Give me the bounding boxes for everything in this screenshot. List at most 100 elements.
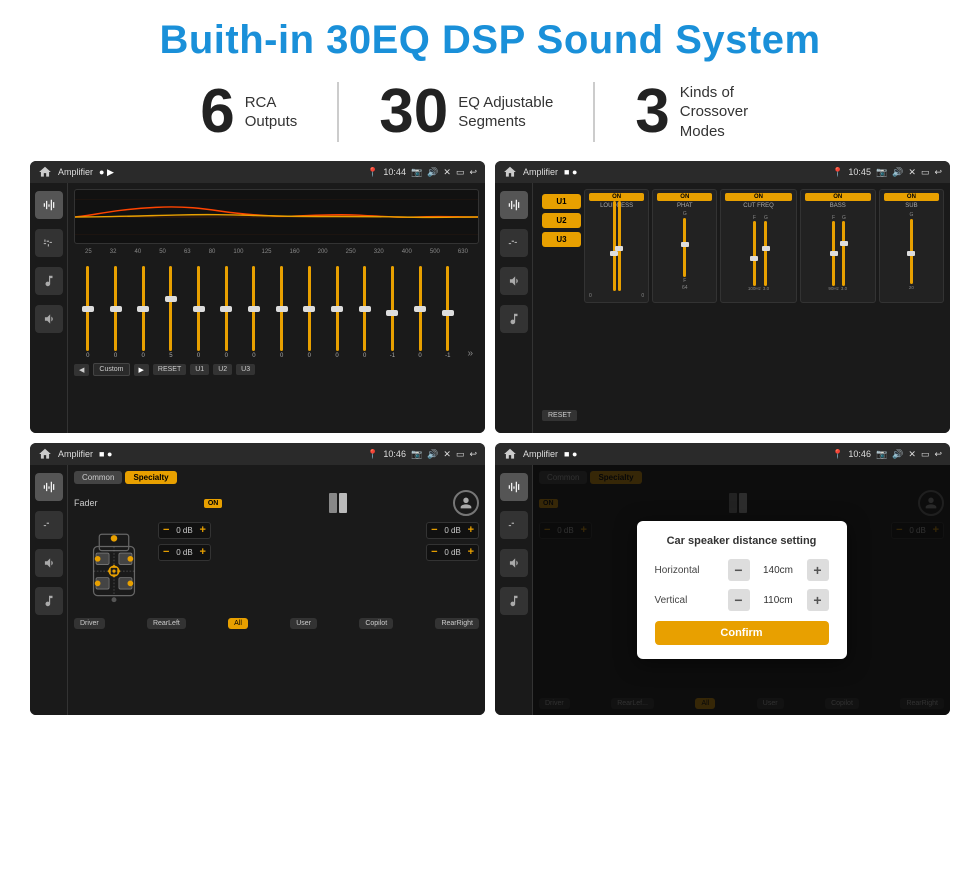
crossover-sb-3[interactable]	[500, 267, 528, 295]
eq-u3-btn[interactable]: U3	[236, 364, 255, 375]
cutfreq-on: ON	[725, 193, 791, 201]
dialog-vertical-plus[interactable]: +	[807, 589, 829, 611]
eq-sidebar-btn-4[interactable]	[35, 305, 63, 333]
eq-camera-icon: 📷	[411, 167, 422, 178]
ctrl-cutfreq: ON CUT FREQ F 100Hz	[720, 189, 796, 303]
eq-sidebar-btn-2[interactable]	[35, 229, 63, 257]
seat-all-btn[interactable]: All	[228, 618, 248, 629]
fader-person-icon	[453, 490, 479, 516]
eq-slider-2: 0	[135, 266, 151, 359]
screen-distance: Amplifier ■ ● 📍 10:46 📷 🔊 ✕ ▭ ↩	[495, 443, 950, 715]
fader-label: Fader	[74, 498, 98, 508]
screens-grid: Amplifier ● ▶ 📍 10:44 📷 🔊 ✕ ▭ ↩	[30, 161, 950, 715]
distance-sb-2[interactable]	[500, 511, 528, 539]
fader-tabs: Common Specialty	[74, 471, 479, 484]
db-minus-br[interactable]: −	[431, 547, 437, 558]
preset-u1-btn[interactable]: U1	[542, 194, 581, 209]
eq-volume-icon: 🔊	[427, 167, 438, 178]
fader-sb-2[interactable]	[35, 511, 63, 539]
left-db-col: − 0 dB + − 0 dB +	[158, 522, 395, 561]
crossover-sidebar	[495, 183, 533, 433]
eq-sliders-row: 0 0 0 5	[74, 259, 479, 359]
db-plus-tl[interactable]: +	[199, 525, 205, 536]
crossover-cam-icon: 📷	[876, 167, 887, 178]
page-wrapper: Buith-in 30EQ DSP Sound System 6 RCAOutp…	[0, 0, 980, 881]
distance-sb-4[interactable]	[500, 587, 528, 615]
ctrl-bass: ON BASS F 90Hz	[800, 189, 876, 303]
crossover-status-dots: ■ ●	[564, 167, 577, 177]
dialog-vertical-minus[interactable]: −	[728, 589, 750, 611]
fader-vol-icon: 🔊	[427, 449, 438, 460]
fader-tab-specialty[interactable]: Specialty	[125, 471, 176, 484]
seat-rearright-btn[interactable]: RearRight	[435, 618, 479, 629]
db-val-tl: 0 dB	[172, 526, 196, 535]
eq-sidebar-btn-3[interactable]	[35, 267, 63, 295]
seat-copilot-btn[interactable]: Copilot	[359, 618, 393, 629]
fader-bottom: Driver RearLeft All User Copilot RearRig…	[74, 618, 479, 629]
crossover-time: 10:45	[848, 167, 871, 177]
distance-time: 10:46	[848, 449, 871, 459]
stat-crossover: 3 Kinds ofCrossover Modes	[595, 81, 779, 143]
fader-sb-4[interactable]	[35, 587, 63, 615]
eq-prev-btn[interactable]: ◀	[74, 364, 89, 376]
page-title: Buith-in 30EQ DSP Sound System	[30, 18, 950, 63]
db-val-bl: 0 dB	[172, 548, 196, 557]
eq-main: 253240506380100125160200250320400500630 …	[68, 183, 485, 433]
crossover-sb-1[interactable]	[500, 191, 528, 219]
crossover-loc-icon: 📍	[832, 167, 843, 178]
status-bar-crossover: Amplifier ■ ● 📍 10:45 📷 🔊 ✕ ▭ ↩	[495, 161, 950, 183]
distance-back-icon: ↩	[934, 449, 942, 460]
distance-rect-icon: ▭	[921, 449, 930, 460]
crossover-reset-btn[interactable]: RESET	[542, 410, 577, 421]
double-arrow-icon: »	[467, 348, 473, 359]
fader-tab-common[interactable]: Common	[74, 471, 122, 484]
dialog-horizontal-plus[interactable]: +	[807, 559, 829, 581]
dialog-horizontal-minus[interactable]: −	[728, 559, 750, 581]
eq-u2-btn[interactable]: U2	[213, 364, 232, 375]
seat-user-btn[interactable]: User	[290, 618, 317, 629]
eq-sidebar-btn-1[interactable]	[35, 191, 63, 219]
status-bar-eq: Amplifier ● ▶ 📍 10:44 📷 🔊 ✕ ▭ ↩	[30, 161, 485, 183]
fader-back-icon: ↩	[469, 449, 477, 460]
eq-curve-svg	[75, 190, 478, 243]
crossover-sb-2[interactable]	[500, 229, 528, 257]
eq-location-icon: 📍	[367, 167, 378, 178]
dialog-horizontal-control: − 140cm +	[728, 559, 829, 581]
preset-u2-btn[interactable]: U2	[542, 213, 581, 228]
eq-slider-4: 0	[191, 266, 207, 359]
ctrl-phat: ON PHAT G F 64	[652, 189, 717, 303]
seat-driver-btn[interactable]: Driver	[74, 618, 105, 629]
eq-slider-5: 0	[218, 266, 234, 359]
eq-slider-12: 0	[412, 266, 428, 359]
eq-u1-btn[interactable]: U1	[190, 364, 209, 375]
distance-x-icon: ✕	[908, 449, 916, 460]
db-plus-tr[interactable]: +	[468, 525, 474, 536]
eq-reset-btn[interactable]: RESET	[153, 364, 186, 375]
dialog-vertical-control: − 110cm +	[728, 589, 829, 611]
db-plus-br[interactable]: +	[468, 547, 474, 558]
db-minus-tr[interactable]: −	[431, 525, 437, 536]
preset-u3-btn[interactable]: U3	[542, 232, 581, 247]
bass-title: BASS	[805, 203, 871, 209]
distance-sb-3[interactable]	[500, 549, 528, 577]
eq-time: 10:44	[383, 167, 406, 177]
stat-rca: 6 RCAOutputs	[200, 81, 337, 143]
cutfreq-sliders: F 100Hz G 3.0	[725, 211, 791, 291]
stat-eq: 30 EQ AdjustableSegments	[339, 81, 593, 143]
dialog-confirm-btn[interactable]: Confirm	[655, 621, 829, 645]
distance-sb-1[interactable]	[500, 473, 528, 501]
car-svg	[74, 522, 154, 612]
eq-play-btn[interactable]: ▶	[134, 364, 149, 376]
seat-rearleft-btn[interactable]: RearLeft	[147, 618, 186, 629]
crossover-sb-4[interactable]	[500, 305, 528, 333]
db-minus-bl[interactable]: −	[163, 547, 169, 558]
fader-sb-3[interactable]	[35, 549, 63, 577]
db-minus-tl[interactable]: −	[163, 525, 169, 536]
fader-sb-1[interactable]	[35, 473, 63, 501]
phat-on: ON	[657, 193, 712, 201]
eq-slider-8: 0	[301, 266, 317, 359]
eq-app-title: Amplifier	[58, 167, 93, 177]
dialog-horizontal-label: Horizontal	[655, 565, 700, 576]
crossover-controls: ON LOUDNESS 0 0	[584, 189, 944, 427]
db-plus-bl[interactable]: +	[199, 547, 205, 558]
